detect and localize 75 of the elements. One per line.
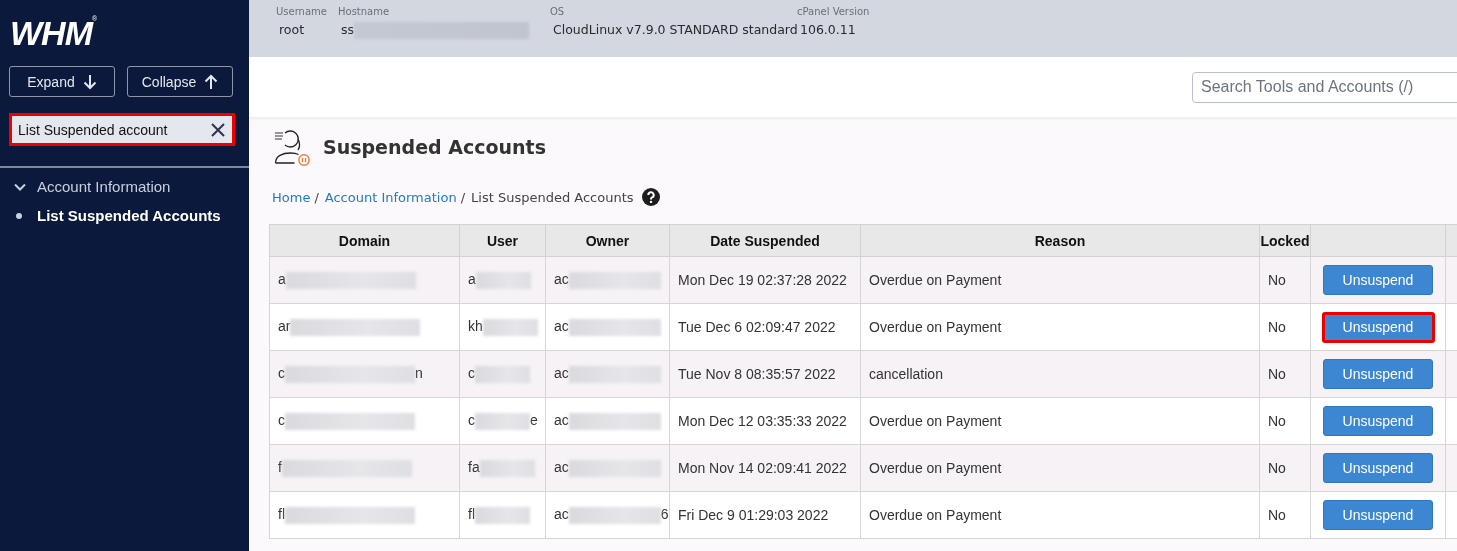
table-cell: Mon Nov 14 02:09:41 2022 xyxy=(669,444,861,492)
table-cell: Tue Dec 6 02:09:47 2022 xyxy=(669,303,861,351)
table-cell: c n xyxy=(269,350,460,398)
table-cell: Mon Dec 19 02:37:28 2022 xyxy=(669,256,861,304)
table-cell: Overdue on Payment xyxy=(860,491,1260,539)
unsuspend-button[interactable]: Unsuspend xyxy=(1323,406,1433,436)
close-icon[interactable] xyxy=(211,123,225,137)
table-cell: No xyxy=(1259,256,1311,304)
page-title: Suspended Accounts xyxy=(323,136,546,158)
table-cell: No xyxy=(1259,444,1311,492)
breadcrumb-current: List Suspended Accounts xyxy=(471,189,634,205)
unsuspend-button[interactable]: Unsuspend xyxy=(1323,453,1433,483)
table-cell: Mon Dec 12 03:35:33 2022 xyxy=(669,397,861,445)
column-header[interactable]: Date Suspended xyxy=(669,224,861,257)
table-cell: No xyxy=(1259,397,1311,445)
table-cell: c e xyxy=(459,397,546,445)
table-cell: No xyxy=(1259,303,1311,351)
table-cell: f xyxy=(269,444,460,492)
table-cell: ac xyxy=(545,444,670,492)
info-value: 106.0.11 xyxy=(800,22,856,37)
table-cell: ac 6 xyxy=(545,491,670,539)
column-header[interactable]: Reason xyxy=(860,224,1260,257)
info-value: CloudLinux v7.9.0 STANDARD standard xyxy=(553,22,798,37)
logo: WHM$^{®}$ xyxy=(10,14,97,52)
info-value: root xyxy=(279,22,305,37)
unsuspend-button[interactable]: Unsuspend xyxy=(1323,359,1433,389)
table-cell: c xyxy=(459,350,546,398)
table-cell: ac xyxy=(545,256,670,304)
table-cell: kh xyxy=(459,303,546,351)
table-cell: Fri Dec 9 01:29:03 2022 xyxy=(669,491,861,539)
info-label: cPanel Version xyxy=(797,6,871,17)
column-header[interactable]: Domain xyxy=(269,224,460,257)
table-cell: No xyxy=(1259,350,1311,398)
table-cell: Tue Nov 8 08:35:57 2022 xyxy=(669,350,861,398)
breadcrumb-separator: / xyxy=(460,189,466,205)
table-cell: ac xyxy=(545,350,670,398)
table-cell: a xyxy=(459,256,546,304)
table-cell: ar xyxy=(269,303,460,351)
info-label: Hostname xyxy=(338,6,391,17)
table-cell: fl xyxy=(459,491,546,539)
arrow-down-icon xyxy=(82,73,97,90)
table-cell: Overdue on Payment xyxy=(860,397,1260,445)
table-cell: c xyxy=(269,397,460,445)
info-value: ss xyxy=(341,22,530,39)
column-header[interactable]: User xyxy=(459,224,546,257)
nav-item[interactable]: List Suspended Accounts xyxy=(37,207,221,224)
expand-button[interactable]: Expand xyxy=(9,66,115,97)
unsuspend-button[interactable]: Unsuspend xyxy=(1323,265,1433,295)
table-cell: fa xyxy=(459,444,546,492)
bullet-icon xyxy=(16,212,22,219)
table-cell: Overdue on Payment xyxy=(860,444,1260,492)
unsuspend-button[interactable]: Unsuspend xyxy=(1323,500,1433,530)
arrow-up-icon xyxy=(204,73,219,90)
user-pause-icon xyxy=(273,127,311,167)
table-cell: a xyxy=(269,256,460,304)
help-icon[interactable] xyxy=(641,188,660,206)
search-field[interactable]: Search Tools and Accounts (/) xyxy=(1192,71,1457,103)
table-cell: cancellation xyxy=(860,350,1260,398)
table-cell: ac xyxy=(545,303,670,351)
breadcrumb-link[interactable]: Account Information xyxy=(324,189,457,205)
filter-field[interactable]: List Suspended account xyxy=(9,113,235,146)
nav-group[interactable]: Account Information xyxy=(37,178,171,195)
table-cell: fl xyxy=(269,491,460,539)
collapse-button[interactable]: Collapse xyxy=(127,66,233,97)
table-cell: No xyxy=(1259,491,1311,539)
info-label: Username xyxy=(276,6,328,17)
unsuspend-button[interactable]: Unsuspend xyxy=(1321,311,1435,343)
table-cell: Overdue on Payment xyxy=(860,303,1260,351)
column-header[interactable]: Owner xyxy=(545,224,670,257)
table-cell: Overdue on Payment xyxy=(860,256,1260,304)
column-header[interactable]: Locked xyxy=(1259,224,1311,257)
table-cell: ac xyxy=(545,397,670,445)
info-label: OS xyxy=(550,6,566,17)
breadcrumb-link[interactable]: Home xyxy=(272,189,311,205)
breadcrumb-separator: / xyxy=(314,189,319,205)
